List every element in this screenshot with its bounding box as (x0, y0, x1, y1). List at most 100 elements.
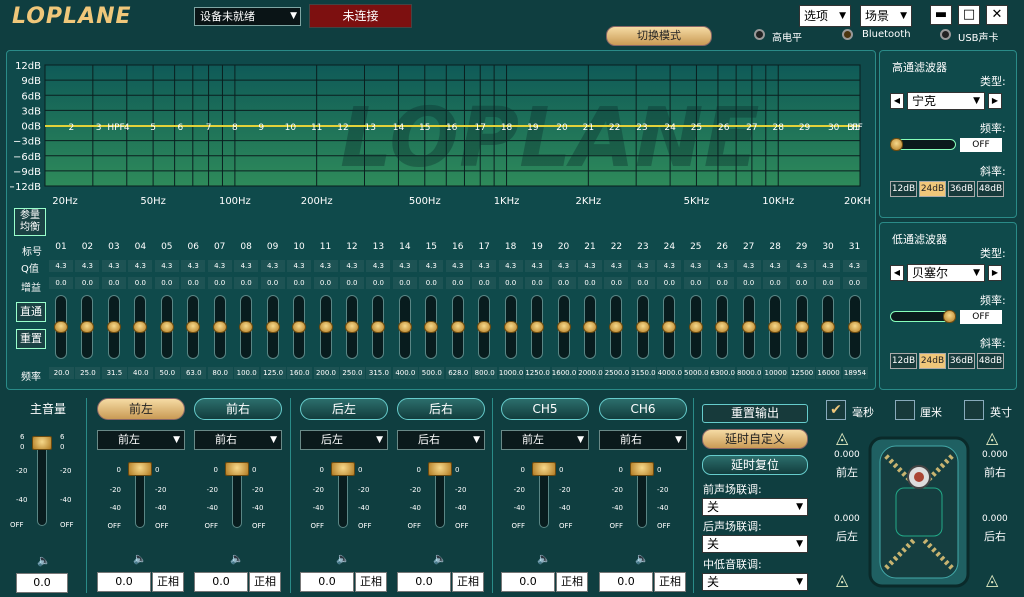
band-freq-value[interactable]: 1000.0 (498, 367, 524, 379)
scene-menu[interactable]: 场景 ▼ (860, 5, 912, 27)
lpf-slope-12dB[interactable]: 12dB (890, 353, 917, 369)
band-gain-value[interactable]: 0.0 (260, 277, 285, 289)
band-q-value[interactable]: 4.3 (657, 260, 682, 272)
channel-1-route-select[interactable]: 前右 ▼ (194, 430, 282, 450)
channel-3-route-select[interactable]: 后右 ▼ (397, 430, 485, 450)
band-gain-slider-knob[interactable] (821, 321, 836, 333)
band-q-value[interactable]: 4.3 (472, 260, 497, 272)
master-volume-knob[interactable] (32, 436, 52, 450)
band-gain-slider-knob[interactable] (688, 321, 703, 333)
band-gain-slider-knob[interactable] (186, 321, 201, 333)
connection-status-button[interactable]: 未连接 (309, 4, 412, 28)
speaker-rr-icon[interactable]: ◬ (986, 570, 1004, 589)
band-gain-value[interactable]: 0.0 (181, 277, 206, 289)
param-eq-button[interactable]: 参量 均衡 (14, 208, 46, 236)
band-q-value[interactable]: 4.3 (154, 260, 179, 272)
band-gain-value[interactable]: 0.0 (630, 277, 655, 289)
band-gain-value[interactable]: 0.0 (234, 277, 259, 289)
band-gain-slider-knob[interactable] (583, 321, 597, 333)
band-q-value[interactable]: 4.3 (578, 260, 602, 272)
band-gain-value[interactable]: 0.0 (604, 277, 629, 289)
channel-4-phase-button[interactable]: 正相 (556, 572, 588, 592)
master-volume-value[interactable]: 0.0 (16, 573, 68, 593)
band-q-value[interactable]: 4.3 (260, 260, 285, 272)
close-button[interactable]: ✕ (986, 5, 1008, 25)
channel-0-volume-knob[interactable] (128, 462, 152, 476)
band-freq-value[interactable]: 40.0 (128, 367, 154, 379)
hpf-slope-48dB[interactable]: 48dB (977, 181, 1004, 197)
band-q-value[interactable]: 4.3 (419, 260, 444, 272)
band-gain-slider-knob[interactable] (741, 321, 756, 333)
band-q-value[interactable]: 4.3 (816, 260, 841, 272)
channel-1-volume-knob[interactable] (225, 462, 249, 476)
channel-2-button[interactable]: 后左 (300, 398, 388, 420)
band-q-value[interactable]: 4.3 (234, 260, 259, 272)
band-gain-value[interactable]: 0.0 (313, 277, 338, 289)
band-gain-value[interactable]: 0.0 (710, 277, 735, 289)
band-freq-value[interactable]: 800.0 (472, 367, 498, 379)
band-freq-value[interactable]: 628.0 (445, 367, 471, 379)
lpf-slope-36dB[interactable]: 36dB (948, 353, 975, 369)
hpf-type-next-button[interactable]: ▶ (988, 93, 1002, 109)
band-q-value[interactable]: 4.3 (842, 260, 867, 272)
band-gain-slider-knob[interactable] (159, 321, 174, 333)
band-gain-value[interactable]: 0.0 (816, 277, 841, 289)
unit-inch-checkbox[interactable] (964, 400, 984, 420)
band-q-value[interactable]: 4.3 (789, 260, 814, 272)
band-freq-value[interactable]: 125.0 (260, 367, 286, 379)
band-freq-value[interactable]: 315.0 (366, 367, 392, 379)
band-gain-value[interactable]: 0.0 (763, 277, 788, 289)
maximize-button[interactable]: □ (958, 5, 980, 25)
channel-3-phase-button[interactable]: 正相 (452, 572, 484, 592)
band-freq-value[interactable]: 20.0 (49, 367, 74, 379)
band-freq-value[interactable]: 31.5 (101, 367, 127, 379)
band-freq-value[interactable]: 400.0 (392, 367, 418, 379)
speaker-icon[interactable]: 🔈 (635, 552, 649, 565)
switch-mode-button[interactable]: 切换模式 (606, 26, 712, 46)
band-freq-value[interactable]: 80.0 (207, 367, 233, 379)
unit-ms-checkbox[interactable]: ✔ (826, 400, 846, 420)
band-freq-value[interactable]: 1250.0 (525, 367, 551, 379)
speaker-fl-icon[interactable]: ◬ (836, 428, 854, 447)
sub-link-select[interactable]: 关 ▼ (702, 573, 808, 591)
channel-5-button[interactable]: CH6 (599, 398, 687, 420)
channel-3-button[interactable]: 后右 (397, 398, 485, 420)
band-q-value[interactable]: 4.3 (313, 260, 338, 272)
band-freq-value[interactable]: 8000.0 (736, 367, 762, 379)
band-freq-value[interactable]: 10000 (763, 367, 789, 379)
lpf-type-prev-button[interactable]: ◀ (890, 265, 904, 281)
hpf-slope-36dB[interactable]: 36dB (948, 181, 975, 197)
band-q-value[interactable]: 4.3 (207, 260, 232, 272)
band-gain-slider-knob[interactable] (292, 321, 307, 333)
band-gain-slider-knob[interactable] (847, 321, 862, 333)
band-gain-slider-knob[interactable] (397, 321, 412, 333)
channel-0-button[interactable]: 前左 (97, 398, 185, 420)
channel-2-volume-knob[interactable] (331, 462, 355, 476)
band-gain-value[interactable]: 0.0 (207, 277, 232, 289)
band-gain-slider-knob[interactable] (503, 321, 518, 333)
band-q-value[interactable]: 4.3 (366, 260, 391, 272)
band-gain-slider-knob[interactable] (794, 321, 809, 333)
unit-cm-checkbox[interactable] (895, 400, 915, 420)
band-gain-slider-knob[interactable] (371, 321, 386, 333)
band-gain-value[interactable]: 0.0 (128, 277, 153, 289)
channel-4-button[interactable]: CH5 (501, 398, 589, 420)
hpf-type-select[interactable]: 宁克 ▼ (907, 92, 985, 110)
channel-4-volume-value[interactable]: 0.0 (501, 572, 555, 592)
eq-graph[interactable]: LOPLANE 12dB 9dB 6dB 3dB 0dB −3dB −6dB −9dB −12d… (10, 56, 870, 206)
channel-2-phase-button[interactable]: 正相 (355, 572, 387, 592)
channel-4-volume-knob[interactable] (532, 462, 556, 476)
band-gain-slider-knob[interactable] (133, 321, 148, 333)
channel-5-route-select[interactable]: 前右 ▼ (599, 430, 687, 450)
channel-0-volume-value[interactable]: 0.0 (97, 572, 151, 592)
band-q-value[interactable]: 4.3 (445, 260, 470, 272)
band-gain-slider-knob[interactable] (768, 321, 783, 333)
band-freq-value[interactable]: 160.0 (287, 367, 313, 379)
options-menu[interactable]: 选项 ▼ (799, 5, 851, 27)
band-gain-value[interactable]: 0.0 (101, 277, 126, 289)
band-gain-slider-knob[interactable] (556, 321, 571, 333)
band-freq-value[interactable]: 2000.0 (578, 367, 603, 379)
band-freq-value[interactable]: 100.0 (234, 367, 260, 379)
band-gain-slider-knob[interactable] (318, 321, 333, 333)
band-gain-value[interactable]: 0.0 (842, 277, 867, 289)
